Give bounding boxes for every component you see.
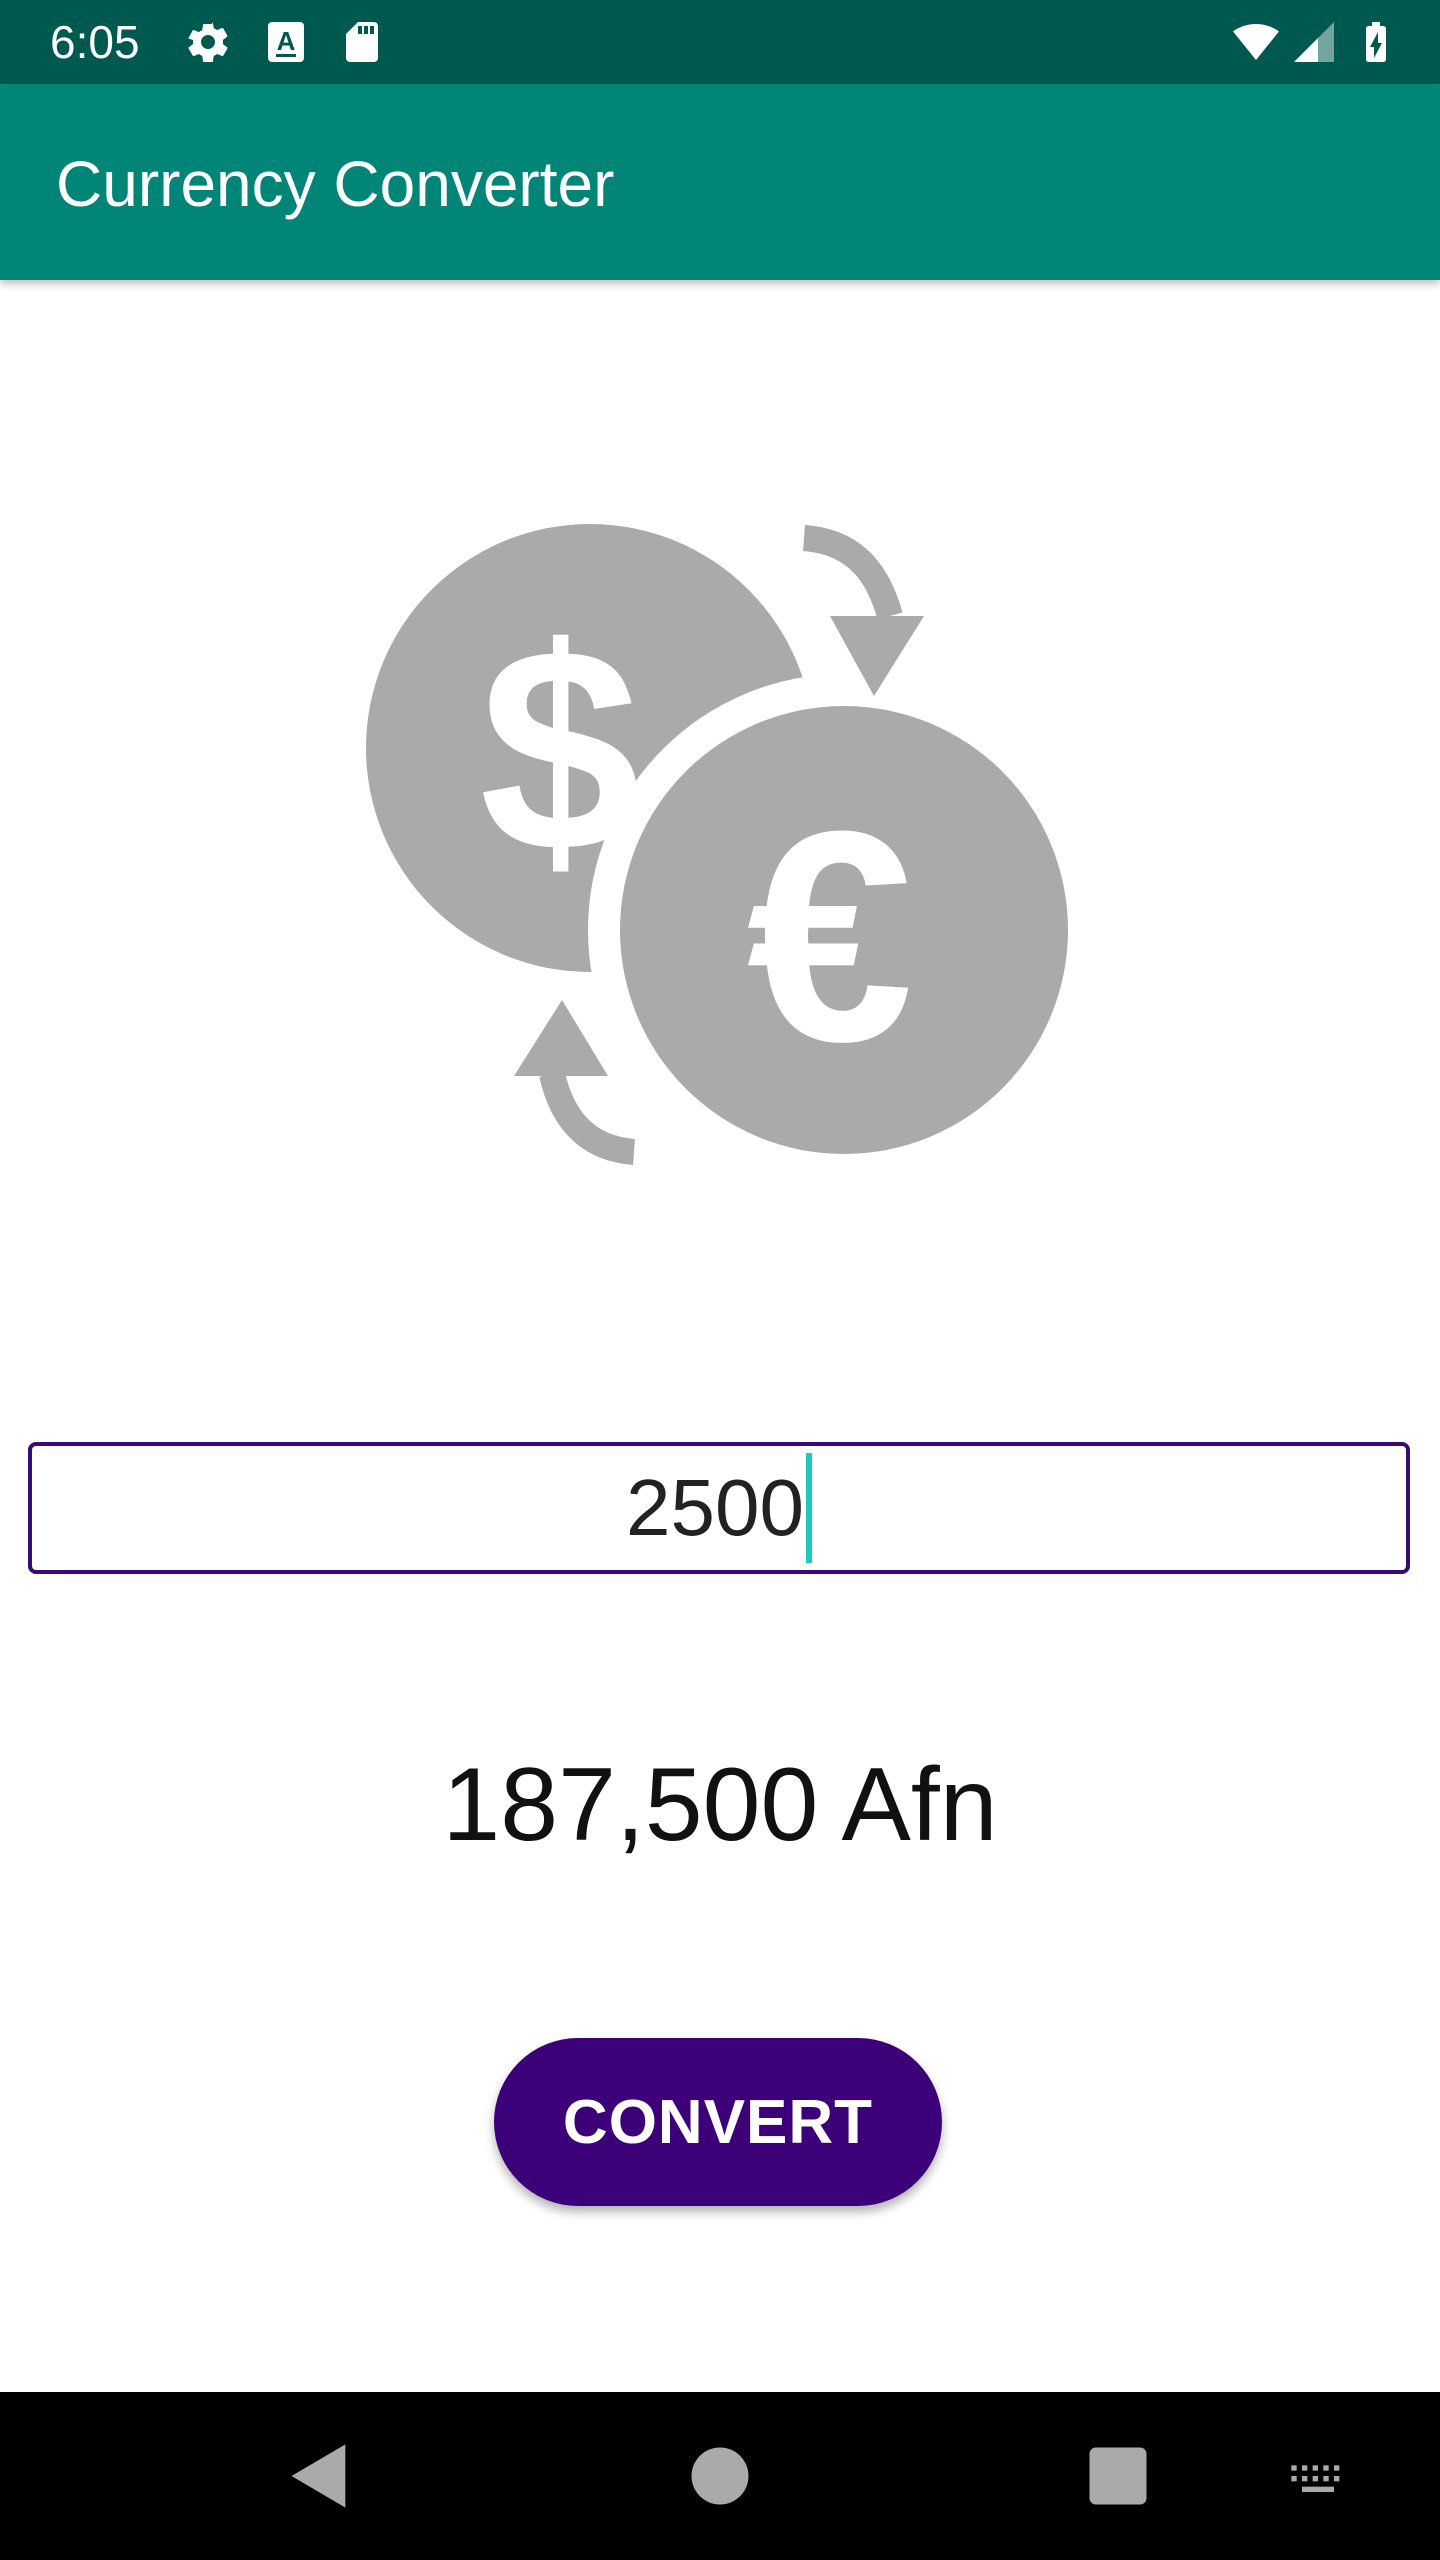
- cell-signal-icon: [1290, 18, 1338, 66]
- conversion-result: 187,500 Afn: [442, 1747, 998, 1863]
- convert-button[interactable]: CONVERT: [494, 2038, 942, 2206]
- screen: 6:05 A Currency Converter $ € 2500 187,5…: [0, 0, 1440, 2560]
- currency-exchange-dollar-euro-icon: $ €: [360, 520, 1080, 1170]
- settings-icon: [184, 18, 232, 66]
- status-time: 6:05: [50, 16, 140, 68]
- battery-charging-icon: [1352, 18, 1400, 66]
- amount-value: 2500: [626, 1463, 804, 1552]
- recents-icon[interactable]: [1080, 2438, 1156, 2514]
- amount-input[interactable]: 2500: [28, 1442, 1410, 1574]
- svg-text:$: $: [479, 588, 640, 912]
- app-bar: Currency Converter: [0, 84, 1440, 280]
- status-bar: 6:05 A: [0, 0, 1440, 84]
- sd-card-icon: [338, 18, 386, 66]
- back-icon[interactable]: [282, 2438, 358, 2514]
- home-icon[interactable]: [682, 2438, 758, 2514]
- nav-bar: [0, 2392, 1440, 2560]
- svg-text:€: €: [747, 768, 914, 1104]
- app-title: Currency Converter: [56, 148, 615, 220]
- text-cursor: [805, 1453, 812, 1563]
- wifi-icon: [1226, 18, 1286, 66]
- keyboard-icon[interactable]: [1286, 2438, 1350, 2514]
- svg-text:A: A: [277, 26, 296, 56]
- keyboard-a-icon: A: [262, 18, 310, 66]
